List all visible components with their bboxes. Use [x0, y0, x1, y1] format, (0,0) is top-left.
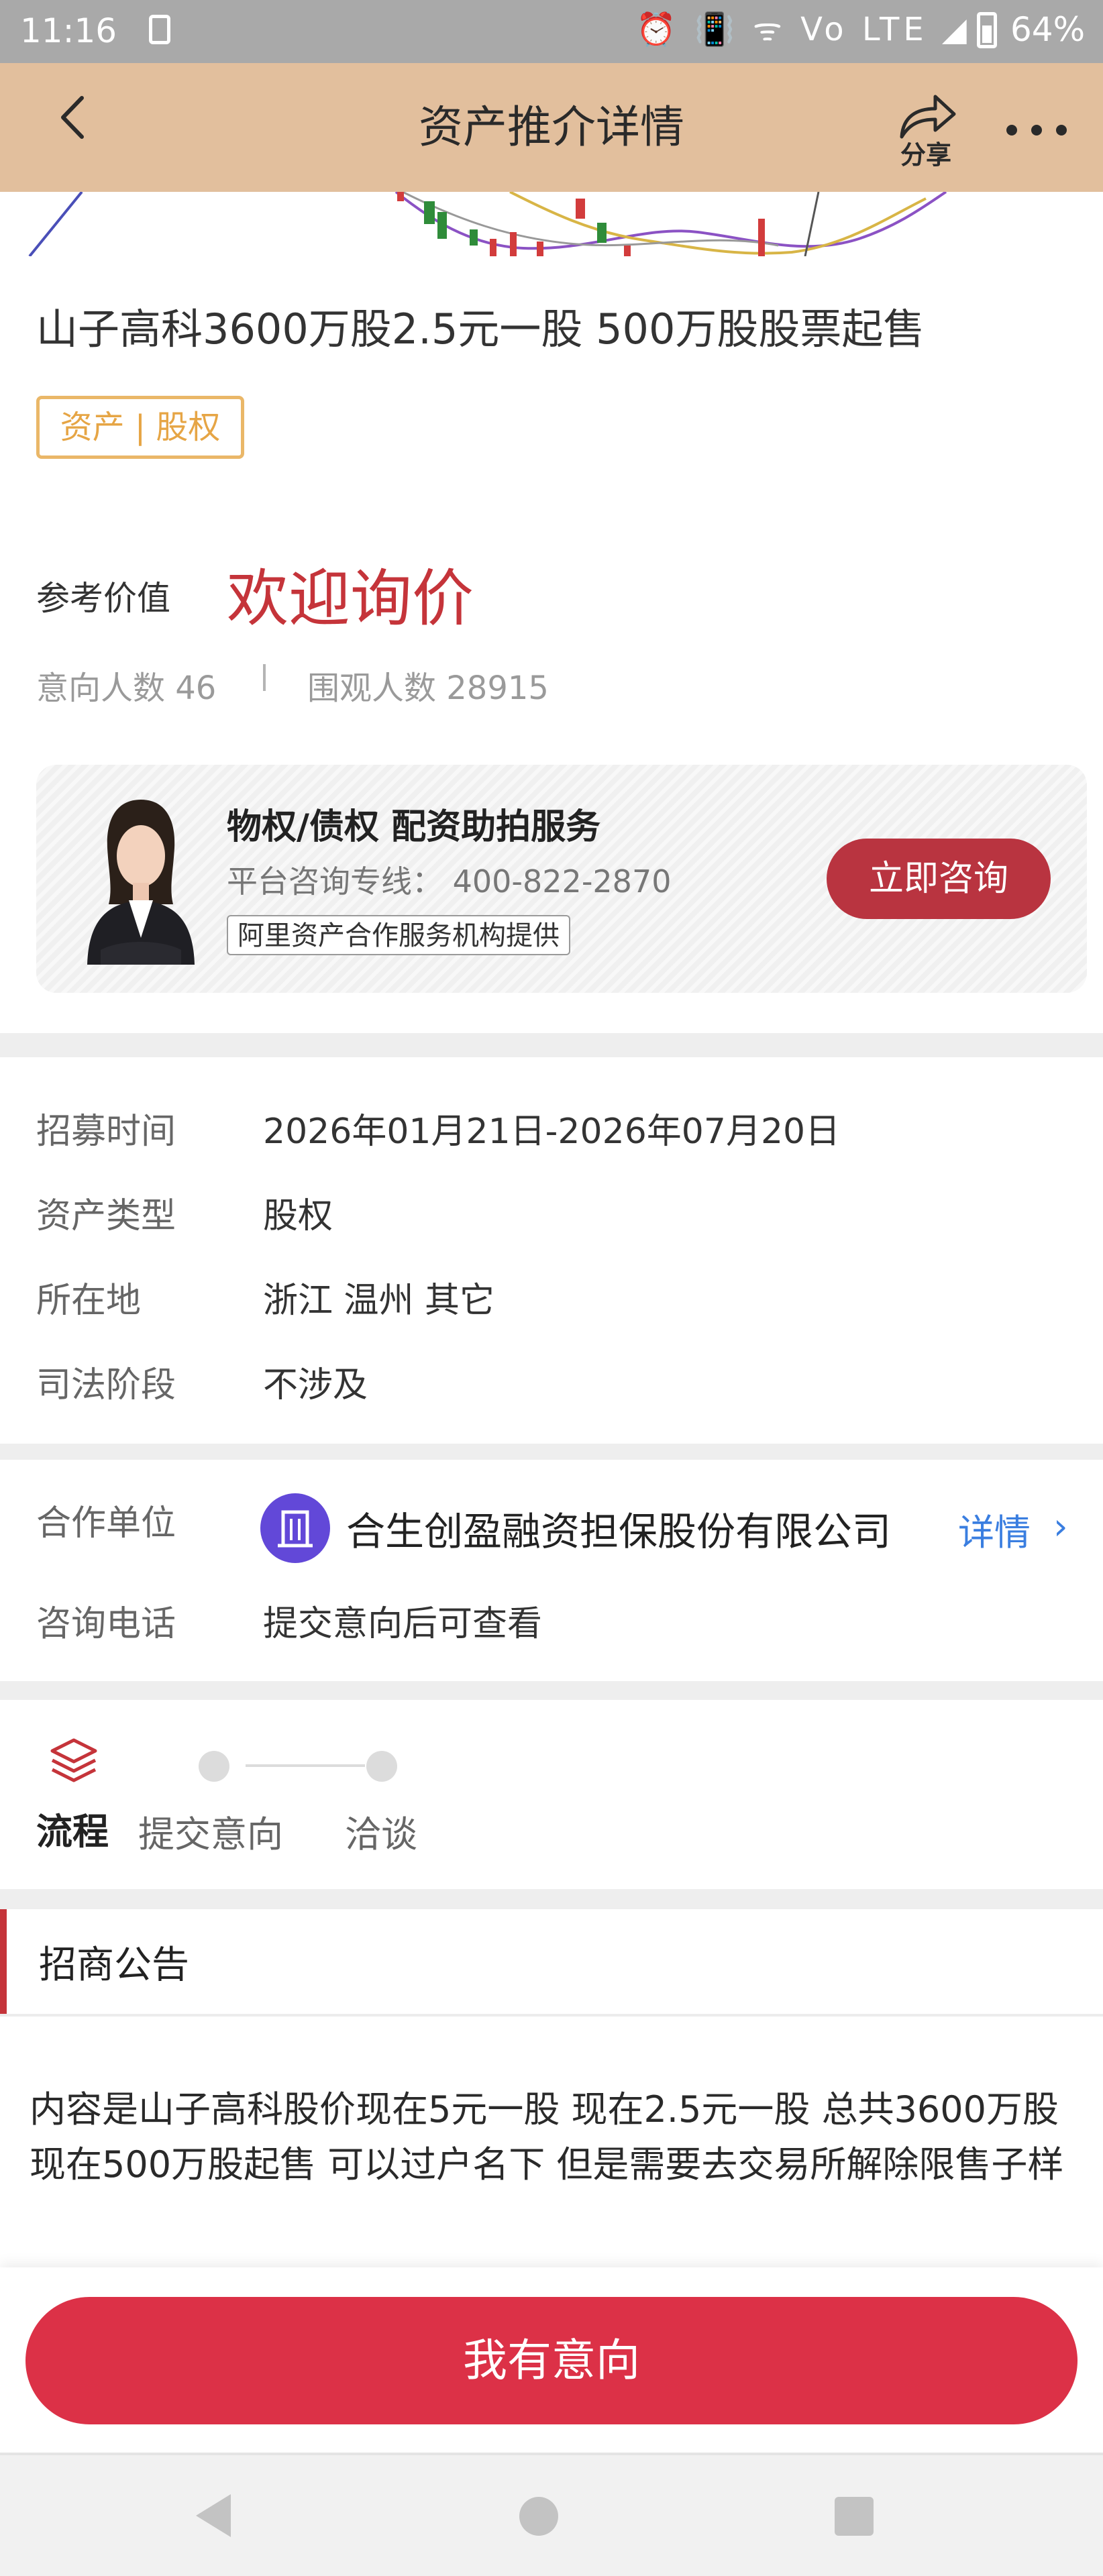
intent-count: 意向人数 46 — [36, 669, 217, 707]
service-card[interactable]: 物权/债权 配资助拍服务 平台咨询专线： 400-822-2870 阿里资产合作… — [36, 765, 1087, 993]
nav-recents-icon[interactable] — [835, 2497, 874, 2536]
nav-back-icon[interactable] — [196, 2494, 231, 2537]
watch-count: 围观人数 28915 — [307, 669, 549, 707]
section-divider — [0, 1444, 1103, 1460]
step-dot — [366, 1751, 397, 1782]
chevron-right-icon[interactable]: › — [1053, 1505, 1068, 1548]
detail-label-asset-type: 资产类型 — [36, 1196, 176, 1236]
step-negotiate: 洽谈 — [345, 1813, 417, 1856]
network-icons: ⏰ 📳 ᯤ Vo LTE ◢ — [636, 11, 971, 48]
partner-detail-link[interactable]: 详情 — [958, 1503, 1031, 1556]
service-title: 物权/债权 配资助拍服务 — [227, 807, 601, 847]
partner-name: 合生创盈融资担保股份有限公司 — [346, 1509, 892, 1554]
section-divider — [0, 1681, 1103, 1700]
detail-value-recruit-time: 2026年01月21日-2026年07月20日 — [263, 1112, 841, 1152]
divider — [263, 664, 266, 691]
consult-now-button[interactable]: 立即咨询 — [827, 839, 1051, 919]
building-icon — [260, 1493, 330, 1563]
top-bar: 资产推介详情 分享 — [0, 63, 1103, 192]
reference-value: 欢迎询价 — [227, 563, 474, 635]
section-divider — [0, 1033, 1103, 1057]
layers-icon — [50, 1738, 97, 1782]
detail-value-judicial-stage: 不涉及 — [263, 1365, 368, 1405]
notice-body: 内容是山子高科股价现在5元一股 现在2.5元一股 总共3600万股 现在500万… — [30, 2088, 1064, 2186]
flow-label: 流程 — [36, 1811, 109, 1853]
notice-divider — [0, 2014, 1103, 2017]
system-nav-bar — [0, 2453, 1103, 2576]
step-submit-intent: 提交意向 — [138, 1813, 283, 1856]
step-connector — [246, 1764, 365, 1767]
asset-chart-image — [28, 192, 947, 256]
notice-accent-bar — [0, 1909, 7, 2014]
detail-label-recruit-time: 招募时间 — [36, 1112, 176, 1152]
service-provider-badge: 阿里资产合作服务机构提供 — [227, 915, 570, 955]
consult-phone-label: 咨询电话 — [36, 1604, 176, 1644]
status-bar: 11:16 ⏰ 📳 ᯤ Vo LTE ◢ 64% — [0, 0, 1103, 63]
asset-tag: 资产 | 股权 — [36, 396, 244, 459]
asset-title: 山子高科3600万股2.5元一股 500万股股票起售 — [36, 305, 925, 354]
chevron-left-icon[interactable] — [52, 95, 97, 140]
nav-home-icon[interactable] — [519, 2497, 558, 2536]
notice-title: 招商公告 — [39, 1943, 189, 1987]
service-phone: 平台咨询专线： 400-822-2870 — [227, 863, 672, 900]
consult-phone-value: 提交意向后可查看 — [263, 1604, 543, 1644]
reference-value-label: 参考价值 — [36, 579, 170, 618]
consultant-avatar — [87, 800, 195, 965]
intent-button[interactable]: 我有意向 — [25, 2297, 1078, 2424]
battery-level: 64% — [1010, 10, 1086, 49]
status-time: 11:16 — [20, 11, 117, 50]
battery-icon — [977, 12, 997, 48]
detail-value-location: 浙江 温州 其它 — [263, 1281, 495, 1321]
detail-value-asset-type: 股权 — [263, 1196, 333, 1236]
more-dots-icon[interactable] — [1006, 125, 1067, 136]
detail-label-location: 所在地 — [36, 1281, 142, 1321]
detail-label-judicial-stage: 司法阶段 — [36, 1365, 176, 1405]
sim-icon — [149, 15, 170, 44]
partner-label: 合作单位 — [36, 1503, 176, 1544]
step-dot — [199, 1751, 229, 1782]
share-label[interactable]: 分享 — [891, 134, 961, 171]
section-divider — [0, 1889, 1103, 1909]
